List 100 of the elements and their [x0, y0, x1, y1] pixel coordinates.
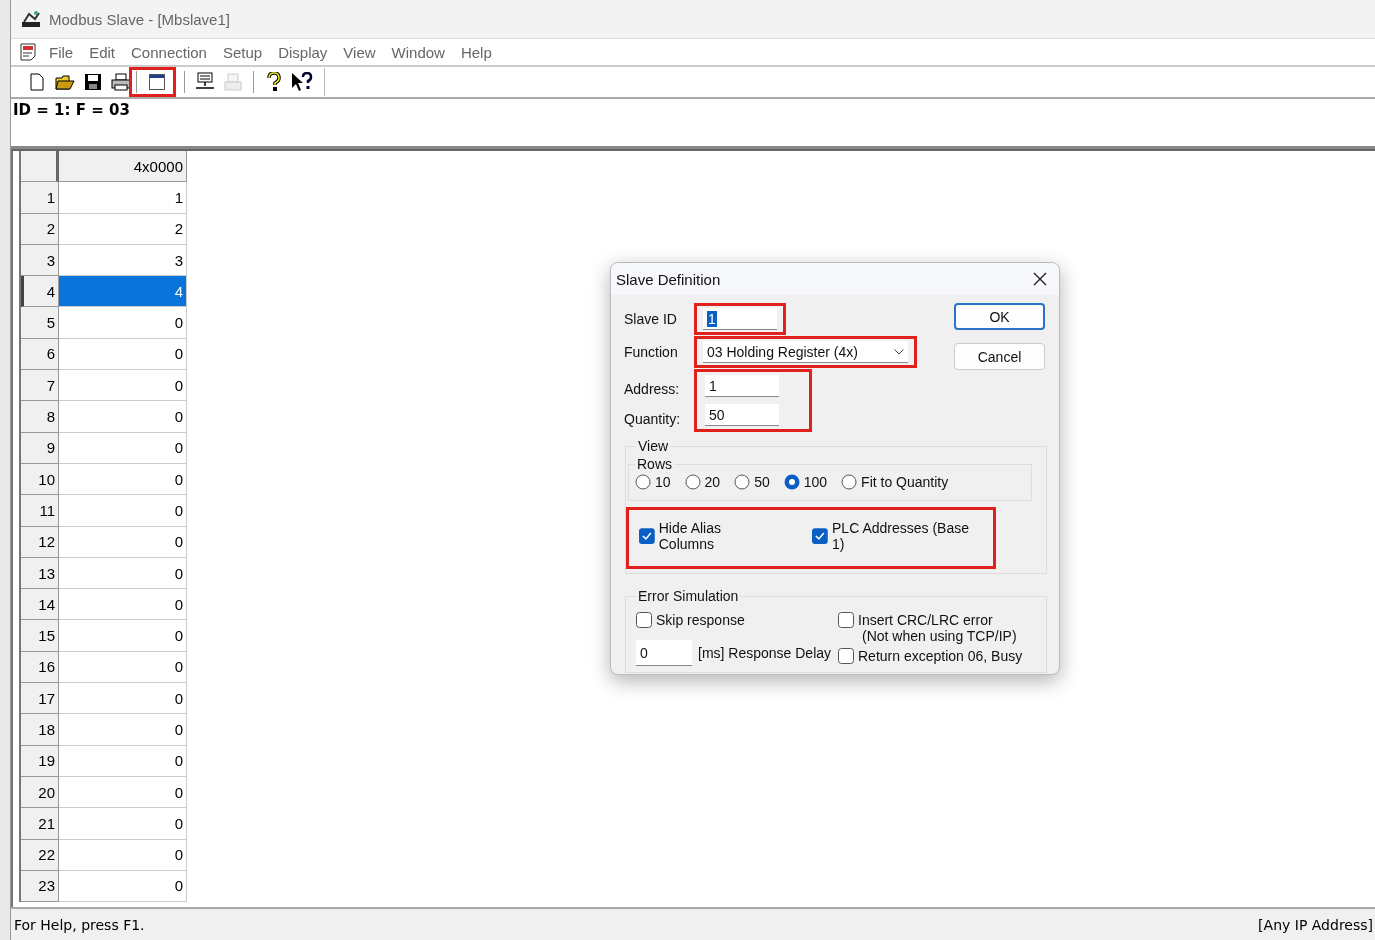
- row-header[interactable]: 12: [21, 526, 59, 558]
- menu-item[interactable]: Help: [452, 43, 500, 61]
- radio-button[interactable]: [684, 474, 701, 490]
- function-dropdown[interactable]: 03 Holding Register (4x): [703, 341, 908, 363]
- new-file-icon[interactable]: [28, 73, 46, 91]
- dialog-button[interactable]: OK: [954, 303, 1045, 330]
- menu-item[interactable]: Window: [383, 43, 453, 61]
- checkbox-label: Return exception 06, Busy: [858, 648, 1023, 664]
- register-cell[interactable]: 0: [59, 839, 187, 871]
- register-cell[interactable]: 4: [59, 276, 187, 308]
- row-header[interactable]: 17: [21, 683, 59, 715]
- app-icon: [21, 10, 41, 28]
- row-header[interactable]: 7: [21, 370, 59, 402]
- register-cell[interactable]: 0: [59, 620, 187, 652]
- register-cell[interactable]: 0: [59, 683, 187, 715]
- row-header[interactable]: 4: [21, 276, 59, 308]
- dialog-button[interactable]: Cancel: [954, 343, 1045, 370]
- row-header[interactable]: 16: [21, 651, 59, 684]
- register-cell[interactable]: 0: [59, 870, 187, 903]
- radio-button[interactable]: [841, 474, 858, 490]
- register-cell[interactable]: 0: [59, 307, 187, 339]
- pointer-help-icon[interactable]: [291, 72, 313, 92]
- register-cell[interactable]: 0: [59, 463, 187, 496]
- group-label: View: [637, 438, 670, 454]
- radio-button[interactable]: [783, 474, 800, 490]
- radio-label: 10: [655, 474, 671, 490]
- menu-item[interactable]: File: [41, 43, 82, 61]
- row-header[interactable]: 13: [21, 557, 59, 590]
- input-field[interactable]: 50: [705, 404, 779, 426]
- row-header[interactable]: 21: [21, 808, 59, 840]
- checkbox[interactable]: [636, 612, 652, 628]
- row-header[interactable]: 10: [21, 463, 59, 496]
- input-field[interactable]: 1: [705, 375, 779, 397]
- register-cell[interactable]: 0: [59, 432, 187, 464]
- row-header[interactable]: 2: [21, 213, 59, 245]
- radio-label: Fit to Quantity: [861, 474, 949, 490]
- row-header[interactable]: 18: [21, 714, 59, 746]
- printer-icon[interactable]: [111, 73, 131, 91]
- close-icon[interactable]: [1033, 272, 1047, 286]
- radio-label: 50: [754, 474, 770, 490]
- status-text: For Help, press F1.: [14, 916, 145, 933]
- register-cell[interactable]: 0: [59, 651, 187, 684]
- input-field[interactable]: 0: [636, 640, 692, 666]
- register-cell[interactable]: 1: [59, 182, 187, 214]
- menu-item[interactable]: Display: [270, 43, 336, 61]
- checkbox-note: (Not when using TCP/IP): [861, 628, 1017, 644]
- register-cell[interactable]: 2: [59, 213, 187, 245]
- register-cell[interactable]: 0: [59, 745, 187, 777]
- computer-icon[interactable]: [194, 72, 216, 92]
- register-cell[interactable]: 0: [59, 526, 187, 558]
- register-cell[interactable]: 0: [59, 776, 187, 809]
- save-icon[interactable]: [84, 73, 102, 91]
- window-title: Modbus Slave - [Mbslave1]: [49, 10, 230, 28]
- help-icon[interactable]: [266, 72, 282, 92]
- row-header[interactable]: 14: [21, 589, 59, 621]
- column-header[interactable]: 4x0000: [59, 151, 187, 183]
- row-header[interactable]: 5: [21, 307, 59, 339]
- checkbox[interactable]: [838, 612, 854, 628]
- row-header[interactable]: 22: [21, 839, 59, 871]
- row-header[interactable]: 1: [21, 182, 59, 214]
- row-header[interactable]: 19: [21, 745, 59, 777]
- register-cell[interactable]: 0: [59, 714, 187, 746]
- row-header[interactable]: 8: [21, 401, 59, 433]
- register-cell[interactable]: 0: [59, 557, 187, 590]
- row-header[interactable]: 11: [21, 495, 59, 527]
- row-header[interactable]: 23: [21, 870, 59, 903]
- menu-item[interactable]: Setup: [214, 43, 271, 61]
- row-header[interactable]: 6: [21, 338, 59, 371]
- checkbox[interactable]: [639, 528, 655, 544]
- menu-item[interactable]: Edit: [81, 43, 124, 61]
- register-cell[interactable]: 0: [59, 495, 187, 527]
- register-cell[interactable]: 0: [59, 589, 187, 621]
- status-address: [Any IP Address]: [1258, 916, 1373, 933]
- checkbox[interactable]: [812, 528, 829, 544]
- row-header[interactable]: 20: [21, 776, 59, 809]
- register-cell[interactable]: 0: [59, 401, 187, 433]
- row-header[interactable]: 3: [21, 244, 59, 277]
- row-header[interactable]: 15: [21, 620, 59, 652]
- input-field[interactable]: 1: [703, 308, 777, 330]
- checkbox-label: PLC Addresses (Base 1): [832, 520, 970, 552]
- folder-icon[interactable]: [55, 73, 75, 91]
- checkbox-label: Hide Alias Columns: [658, 520, 722, 552]
- menu-item[interactable]: Connection: [123, 43, 215, 61]
- field-label: Slave ID: [624, 311, 678, 327]
- radio-button[interactable]: [734, 474, 751, 490]
- group-label: Error Simulation: [637, 588, 740, 604]
- window-icon[interactable]: [148, 73, 166, 91]
- radio-label: 100: [803, 474, 828, 490]
- register-cell[interactable]: 0: [59, 808, 187, 840]
- register-cell[interactable]: 3: [59, 244, 187, 277]
- menu-item[interactable]: View: [335, 43, 384, 61]
- row-header[interactable]: 9: [21, 432, 59, 464]
- field-label: [ms] Response Delay: [698, 645, 832, 661]
- chevron-down-icon: [894, 348, 904, 355]
- register-cell[interactable]: 0: [59, 370, 187, 402]
- radio-button[interactable]: [635, 474, 651, 490]
- register-cell[interactable]: 0: [59, 338, 187, 371]
- checkbox[interactable]: [838, 648, 854, 664]
- slave-info-text: ID = 1: F = 03: [13, 101, 130, 119]
- field-value: 1: [709, 377, 717, 394]
